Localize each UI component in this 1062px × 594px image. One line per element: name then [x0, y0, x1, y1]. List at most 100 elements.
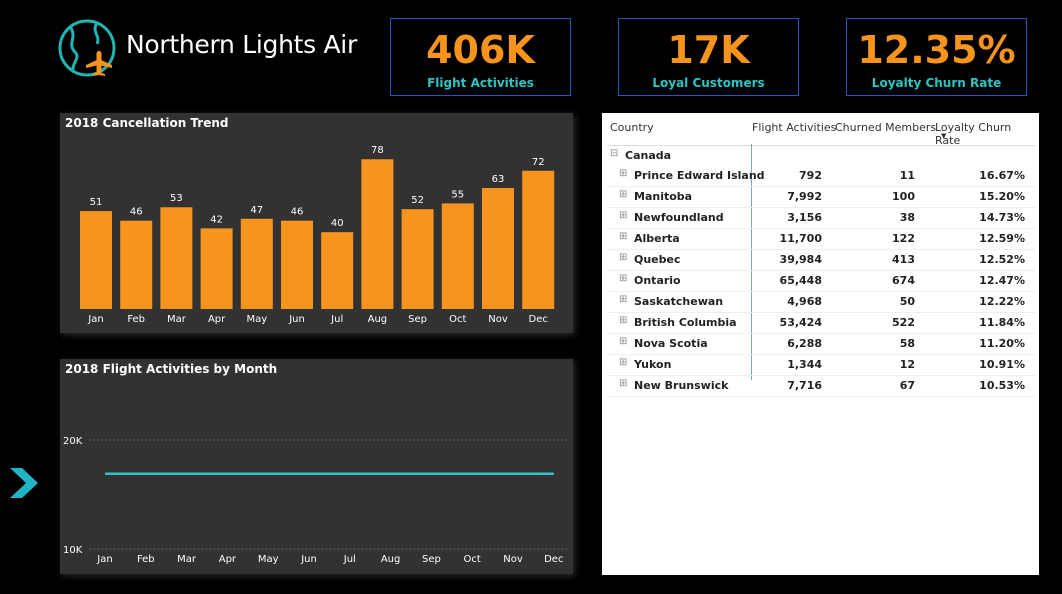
expand-icon[interactable]: ⊞ — [619, 168, 627, 179]
group-label: Canada — [625, 149, 672, 162]
province-name: Ontario — [634, 274, 681, 287]
data-label: 42 — [210, 214, 223, 225]
header-flight-activities[interactable]: Flight Activities — [752, 121, 836, 134]
expand-icon[interactable]: ⊞ — [619, 189, 627, 200]
churn-rate-value: 12.52% — [979, 253, 1025, 266]
province-name: Newfoundland — [634, 211, 724, 224]
sort-descending-icon[interactable]: ▼ — [941, 132, 946, 140]
x-tick-label: Jun — [288, 314, 305, 325]
bar[interactable] — [321, 232, 354, 309]
churn-table-panel[interactable]: Country Flight Activities Churned Member… — [602, 113, 1039, 575]
table-row[interactable]: ⊞ Nova Scotia 6,288 58 11.20% — [607, 334, 1035, 355]
bar[interactable] — [522, 170, 555, 309]
expand-icon[interactable]: ⊞ — [619, 210, 627, 221]
header-churned-members[interactable]: Churned Members — [835, 121, 936, 134]
bar[interactable] — [240, 218, 273, 309]
churn-rate-value: 10.91% — [979, 358, 1025, 371]
x-tick-label: Apr — [208, 314, 226, 325]
x-tick-label: Jul — [343, 554, 356, 565]
bar[interactable] — [80, 211, 112, 309]
table-row[interactable]: ⊞ Quebec 39,984 413 12.52% — [607, 250, 1035, 271]
data-label: 47 — [250, 205, 263, 216]
table-row[interactable]: ⊞ Newfoundland 3,156 38 14.73% — [607, 208, 1035, 229]
cancellation-trend-panel[interactable]: 2018 Cancellation Trend 51 Jan 46 Feb 53 Mar 4… — [60, 113, 573, 333]
table-row[interactable]: ⊞ British Columbia 53,424 522 11.84% — [607, 313, 1035, 334]
kpi-card-loyal-customers[interactable]: 17K Loyal Customers — [618, 18, 799, 96]
bar[interactable] — [160, 207, 193, 309]
churn-matrix-table[interactable]: Country Flight Activities Churned Member… — [607, 113, 1035, 397]
expand-icon[interactable]: ⊞ — [619, 294, 627, 305]
data-label: 72 — [532, 157, 545, 168]
churn-rate-value: 10.53% — [979, 379, 1025, 392]
table-row[interactable]: ⊞ Saskatchewan 4,968 50 12.22% — [607, 292, 1035, 313]
kpi-value: 12.35% — [857, 28, 1016, 72]
churned-members-value: 11 — [899, 169, 915, 182]
header-loyalty-churn-rate[interactable]: Loyalty Churn Rate — [935, 121, 1035, 147]
kpi-label: Loyalty Churn Rate — [871, 76, 1002, 90]
data-label: 53 — [170, 193, 183, 204]
bar[interactable] — [482, 188, 514, 309]
table-row[interactable]: ⊞ Yukon 1,344 12 10.91% — [607, 355, 1035, 376]
churn-rate-value: 14.73% — [979, 211, 1025, 224]
y-tick-label: 10K — [63, 545, 83, 556]
cancellation-bar-chart[interactable]: 51 Jan 46 Feb 53 Mar 42 Apr 47 May 46 Jun 40 Jul 78 Aug… — [60, 113, 573, 333]
expand-icon[interactable]: ⊞ — [619, 378, 627, 389]
flight-activities-value: 7,716 — [787, 379, 822, 392]
kpi-card-loyalty-churn-rate[interactable]: 12.35% Loyalty Churn Rate — [846, 18, 1027, 96]
expand-icon[interactable]: ⊞ — [619, 336, 627, 347]
province-name: Quebec — [634, 253, 681, 266]
bar[interactable] — [200, 228, 233, 309]
churned-members-value: 67 — [899, 379, 915, 392]
header-country[interactable]: Country — [610, 121, 654, 134]
table-header: Country Flight Activities Churned Member… — [607, 113, 1035, 147]
expand-icon[interactable]: ⊞ — [619, 231, 627, 242]
flight-activities-line-chart[interactable]: 20K 10K Jan Feb Mar Apr May Jun Jul Aug Sep Oct Nov D… — [60, 359, 573, 574]
kpi-label: Flight Activities — [427, 76, 534, 90]
flight-activities-value: 792 — [799, 169, 822, 182]
bar[interactable] — [120, 220, 153, 309]
churn-rate-value: 11.20% — [979, 337, 1025, 350]
bar[interactable] — [401, 209, 434, 309]
churned-members-value: 674 — [892, 274, 915, 287]
table-row[interactable]: ⊞ Prince Edward Island 792 11 16.67% — [607, 166, 1035, 187]
x-tick-label: Dec — [529, 314, 548, 325]
expand-icon[interactable]: ⊞ — [619, 357, 627, 368]
x-tick-label: Nov — [503, 554, 523, 565]
x-tick-label: Jan — [96, 554, 112, 565]
data-label: 63 — [492, 174, 505, 185]
expand-icon[interactable]: ⊞ — [619, 315, 627, 326]
flight-activities-panel[interactable]: 2018 Flight Activities by Month 20K 10K Ja… — [60, 359, 573, 574]
x-tick-label: Oct — [449, 314, 466, 325]
group-row-canada[interactable]: ⊟ Canada — [607, 146, 1035, 166]
kpi-card-flight-activities[interactable]: 406K Flight Activities — [390, 18, 571, 96]
airplane-globe-logo-icon — [58, 19, 116, 77]
churn-rate-value: 16.67% — [979, 169, 1025, 182]
bar[interactable] — [281, 220, 313, 309]
table-row[interactable]: ⊞ Manitoba 7,992 100 15.20% — [607, 187, 1035, 208]
churned-members-value: 50 — [899, 295, 915, 308]
collapse-icon[interactable]: ⊟ — [610, 148, 618, 159]
chevron-right-icon[interactable] — [8, 466, 42, 500]
churn-rate-value: 15.20% — [979, 190, 1025, 203]
kpi-label: Loyal Customers — [652, 76, 765, 90]
data-label: 40 — [331, 218, 344, 229]
y-tick-label: 20K — [63, 436, 83, 447]
data-label: 78 — [371, 145, 384, 156]
bar[interactable] — [361, 159, 394, 309]
table-row[interactable]: ⊞ New Brunswick 7,716 67 10.53% — [607, 376, 1035, 397]
table-row[interactable]: ⊞ Ontario 65,448 674 12.47% — [607, 271, 1035, 292]
churn-rate-value: 12.22% — [979, 295, 1025, 308]
expand-icon[interactable]: ⊞ — [619, 273, 627, 284]
bar[interactable] — [441, 203, 474, 309]
x-tick-label: Nov — [488, 314, 508, 325]
flight-activities-value: 4,968 — [787, 295, 822, 308]
churned-members-value: 100 — [892, 190, 915, 203]
churn-rate-value: 12.47% — [979, 274, 1025, 287]
data-label: 46 — [130, 207, 143, 218]
x-tick-label: Aug — [381, 554, 401, 565]
table-row[interactable]: ⊞ Alberta 11,700 122 12.59% — [607, 229, 1035, 250]
churned-members-value: 58 — [899, 337, 915, 350]
churned-members-value: 38 — [899, 211, 915, 224]
flight-activities-value: 1,344 — [787, 358, 822, 371]
expand-icon[interactable]: ⊞ — [619, 252, 627, 263]
